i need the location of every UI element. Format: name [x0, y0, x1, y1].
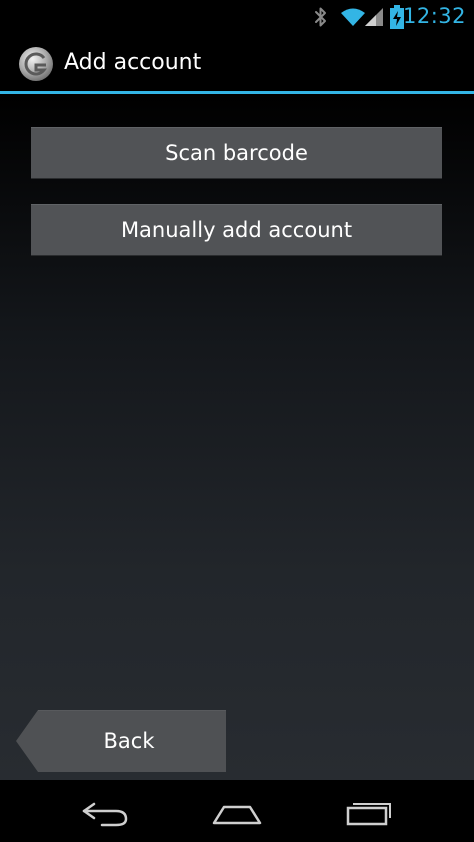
bluetooth-icon — [313, 6, 329, 32]
app-logo-icon[interactable] — [18, 46, 54, 82]
recent-apps-icon — [346, 803, 391, 826]
home-icon — [212, 805, 262, 825]
back-button-label: Back — [103, 729, 155, 753]
nav-home-button[interactable] — [187, 780, 287, 842]
back-arrow-icon — [82, 802, 128, 827]
wifi-icon — [340, 7, 366, 31]
back-button[interactable]: Back — [16, 710, 226, 772]
navigation-bar — [0, 780, 474, 842]
screen: 12:32 Add account Scan barcode Manually … — [0, 0, 474, 842]
nav-recent-apps-button[interactable] — [320, 780, 420, 842]
signal-icon — [364, 7, 384, 31]
battery-charging-icon — [390, 5, 404, 33]
action-bar: Add account — [0, 34, 474, 94]
main-content: Scan barcode Manually add account — [0, 94, 474, 780]
nav-back-button[interactable] — [56, 780, 156, 842]
scan-barcode-button[interactable]: Scan barcode — [31, 127, 442, 179]
status-bar: 12:32 — [0, 0, 474, 34]
status-time: 12:32 — [402, 4, 466, 28]
manually-add-account-button[interactable]: Manually add account — [31, 204, 442, 256]
page-title: Add account — [64, 50, 202, 75]
